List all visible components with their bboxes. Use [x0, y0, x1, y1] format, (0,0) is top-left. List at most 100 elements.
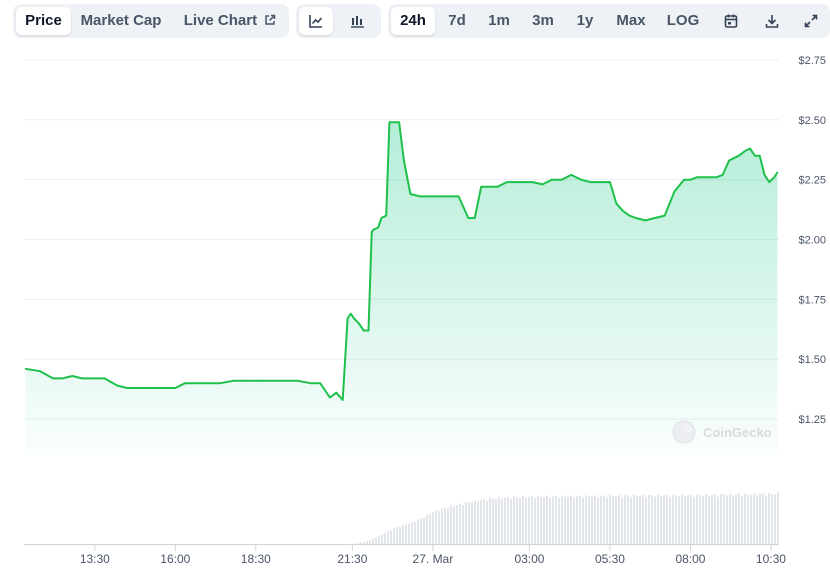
volume-bar	[717, 496, 719, 544]
price-point	[184, 382, 186, 384]
price-point	[768, 181, 771, 183]
volume-bar	[372, 538, 374, 544]
price-point	[763, 174, 766, 176]
volume-bar	[504, 497, 506, 544]
price-chart[interactable]: $1.25 $1.50 $1.75 $2.00 $2.25 $2.50 $2.75 13:3…	[0, 0, 830, 582]
volume-bar	[609, 495, 611, 544]
volume-bar	[438, 511, 440, 544]
volume-bar	[387, 531, 389, 544]
volume-bar	[711, 494, 713, 544]
volume-bar	[531, 496, 533, 544]
volume-bar	[606, 497, 608, 544]
price-point	[715, 176, 718, 179]
price-point	[103, 377, 106, 380]
volume-bar	[384, 532, 386, 544]
volume-bar	[540, 497, 542, 544]
x-tick-label: 05:30	[595, 552, 625, 566]
volume-bar	[708, 495, 710, 544]
volume-bar	[777, 492, 779, 544]
price-point	[362, 329, 365, 332]
volume-bar	[366, 541, 368, 544]
volume-bar	[603, 495, 605, 544]
price-point	[737, 154, 740, 157]
volume-bar	[363, 541, 365, 544]
volume-bar	[735, 494, 737, 544]
price-point	[61, 377, 64, 380]
volume-bar	[633, 494, 635, 544]
volume-bar	[696, 494, 698, 544]
price-point	[744, 150, 746, 152]
price-point	[754, 154, 756, 157]
volume-bar	[684, 496, 686, 544]
price-point	[496, 186, 499, 188]
price-point	[525, 181, 528, 183]
price-point	[702, 176, 705, 179]
price-point	[663, 214, 666, 217]
volume-bar	[399, 526, 401, 544]
volume-bar	[486, 501, 488, 544]
volume-bar	[756, 495, 758, 544]
volume-bar	[705, 494, 707, 544]
price-point	[708, 176, 711, 179]
price-point	[329, 396, 331, 399]
price-point	[506, 181, 508, 183]
volume-bar	[669, 497, 671, 544]
volume-bar	[498, 497, 500, 544]
volume-bar	[750, 494, 752, 544]
volume-bars	[354, 492, 779, 544]
price-point	[457, 195, 460, 198]
price-point	[380, 217, 383, 219]
price-point	[319, 382, 322, 384]
volume-bar	[621, 497, 623, 544]
price-point	[258, 379, 260, 382]
x-tick-label: 21:30	[337, 552, 367, 566]
y-tick-label: $2.25	[798, 175, 826, 187]
volume-bar	[426, 514, 428, 544]
volume-bar	[678, 496, 680, 544]
volume-bar	[567, 496, 569, 544]
volume-bar	[468, 502, 470, 544]
volume-bar	[768, 492, 770, 544]
price-point	[219, 382, 222, 384]
volume-bar	[774, 494, 776, 544]
x-tick-label: 16:00	[160, 552, 190, 566]
volume-bar	[585, 495, 587, 544]
volume-bar	[630, 496, 632, 544]
volume-bar	[420, 518, 422, 544]
price-point	[428, 195, 431, 198]
volume-bar	[513, 496, 515, 544]
volume-bar	[360, 542, 362, 544]
volume-bar	[516, 497, 518, 544]
volume-bar	[597, 497, 599, 544]
volume-bar	[732, 495, 734, 544]
y-axis: $1.25 $1.50 $1.75 $2.00 $2.25 $2.50 $2.75	[798, 55, 826, 426]
price-point	[385, 214, 388, 217]
price-point	[551, 178, 553, 181]
price-point	[39, 370, 41, 373]
price-point	[683, 178, 685, 181]
price-point	[570, 174, 573, 176]
volume-bar	[519, 497, 521, 544]
price-point	[776, 171, 779, 174]
volume-bar	[624, 495, 626, 544]
x-tick-label: 10:30	[756, 552, 786, 566]
volume-bar	[447, 507, 449, 544]
volume-bar	[726, 495, 728, 544]
volume-bar	[369, 539, 371, 544]
price-area	[25, 122, 778, 455]
volume-bar	[699, 495, 701, 544]
price-point	[628, 214, 631, 217]
volume-bar	[474, 500, 476, 544]
price-point	[689, 178, 692, 181]
volume-bar	[402, 525, 404, 544]
volume-bar	[687, 495, 689, 544]
volume-bar	[453, 506, 455, 544]
volume-bar	[528, 496, 530, 544]
price-point	[232, 379, 235, 382]
coingecko-logo-icon	[672, 420, 696, 444]
volume-bar	[507, 497, 509, 544]
volume-bar	[378, 535, 380, 544]
volume-bar	[612, 496, 614, 544]
volume-bar	[615, 496, 617, 544]
volume-bar	[357, 543, 359, 544]
